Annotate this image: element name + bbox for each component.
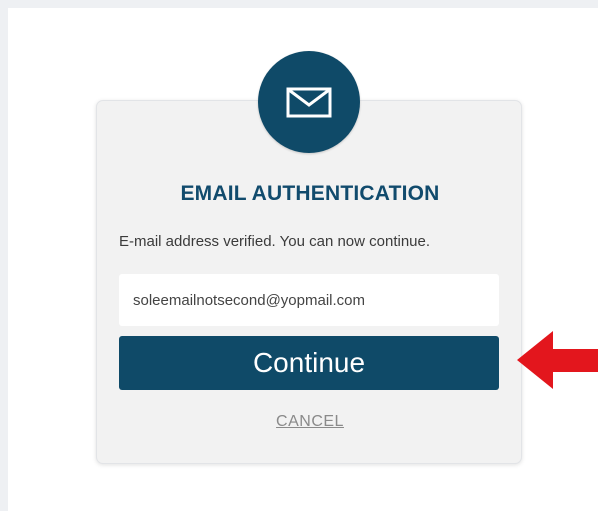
- email-authentication-card: EMAIL AUTHENTICATION E-mail address veri…: [96, 100, 522, 464]
- red-arrow-icon: [515, 331, 598, 389]
- cancel-link[interactable]: CANCEL: [97, 413, 523, 431]
- verification-message: E-mail address verified. You can now con…: [119, 233, 431, 250]
- mail-badge: [258, 51, 360, 153]
- mail-icon: [286, 87, 332, 118]
- continue-button[interactable]: Continue: [119, 336, 499, 390]
- email-field[interactable]: [119, 274, 499, 326]
- card-title: EMAIL AUTHENTICATION: [180, 182, 440, 205]
